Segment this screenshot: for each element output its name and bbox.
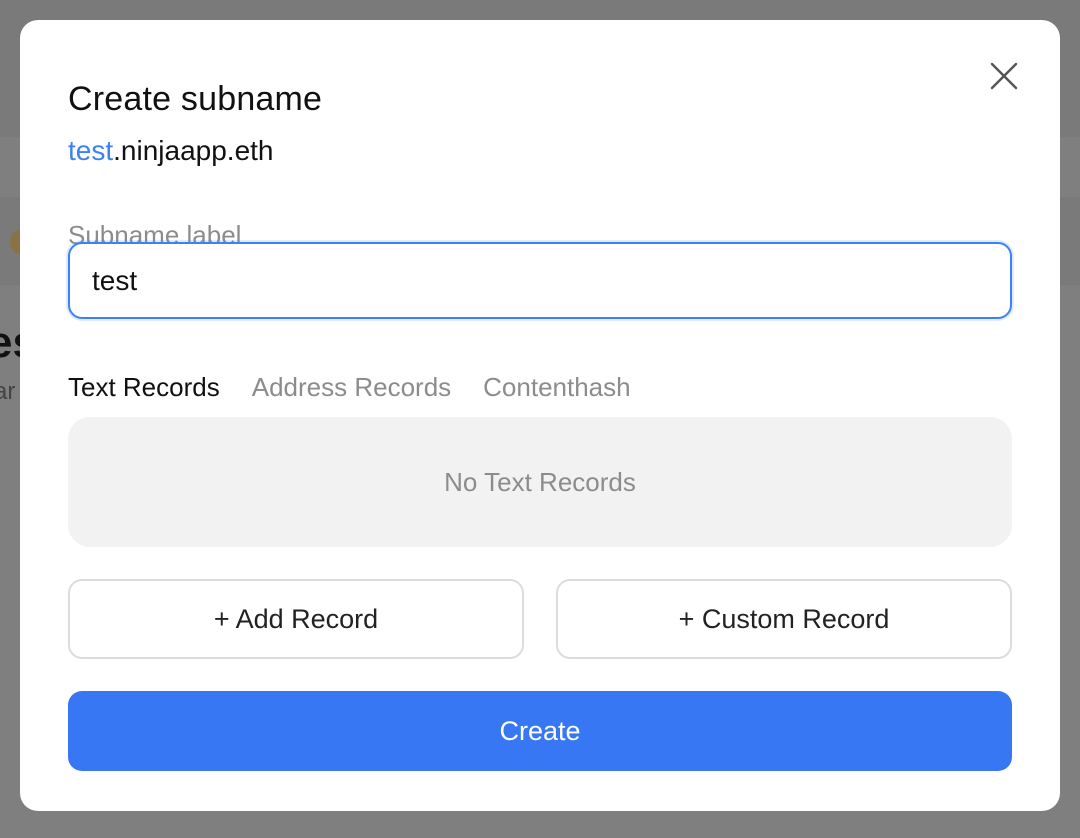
subname-preview-label: test: [68, 135, 114, 166]
tab-text-records[interactable]: Text Records: [68, 372, 220, 403]
subname-input[interactable]: [68, 242, 1012, 319]
close-icon: [990, 62, 1018, 90]
parent-name: .ninjaapp.eth: [113, 135, 274, 166]
dialog-subtitle: test.ninjaapp.eth: [68, 135, 274, 167]
empty-state-text: No Text Records: [444, 466, 636, 497]
dialog-title: Create subname: [68, 80, 323, 118]
close-button[interactable]: [986, 58, 1022, 94]
tab-contenthash[interactable]: Contenthash: [483, 372, 630, 403]
record-tabs: Text Records Address Records Contenthash: [68, 372, 631, 403]
create-button[interactable]: Create: [68, 691, 1012, 771]
custom-record-button[interactable]: + Custom Record: [556, 579, 1012, 659]
add-record-button[interactable]: + Add Record: [68, 579, 524, 659]
tab-address-records[interactable]: Address Records: [252, 372, 451, 403]
background-subtext: ar: [0, 378, 16, 405]
create-subname-dialog: Create subname test.ninjaapp.eth Subname…: [20, 20, 1060, 811]
records-panel: No Text Records: [68, 417, 1012, 547]
